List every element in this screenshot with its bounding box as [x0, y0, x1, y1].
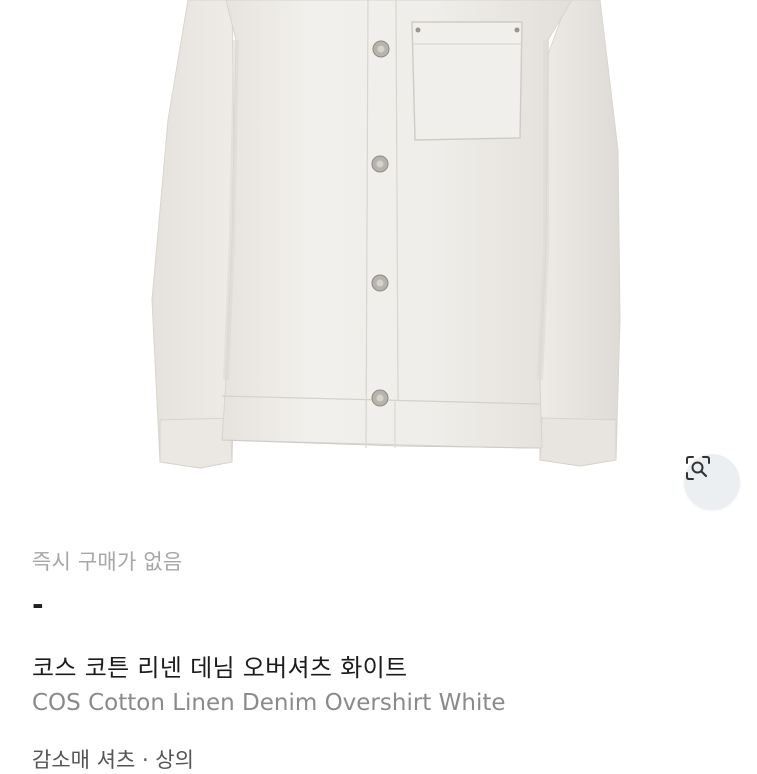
- product-title-english: COS Cotton Linen Denim Overshirt White: [32, 690, 506, 716]
- price: -: [32, 588, 44, 621]
- image-search-button[interactable]: [684, 454, 740, 510]
- product-title-korean: 코스 코튼 리넨 데님 오버셔츠 화이트: [32, 654, 408, 682]
- product-category-line: 감소매 셔츠 · 상의: [32, 748, 194, 772]
- image-search-icon: [686, 456, 710, 480]
- product-image[interactable]: [0, 0, 757, 520]
- instant-buy-status: 즉시 구매가 없음: [32, 550, 183, 574]
- overshirt-illustration: [151, 0, 621, 469]
